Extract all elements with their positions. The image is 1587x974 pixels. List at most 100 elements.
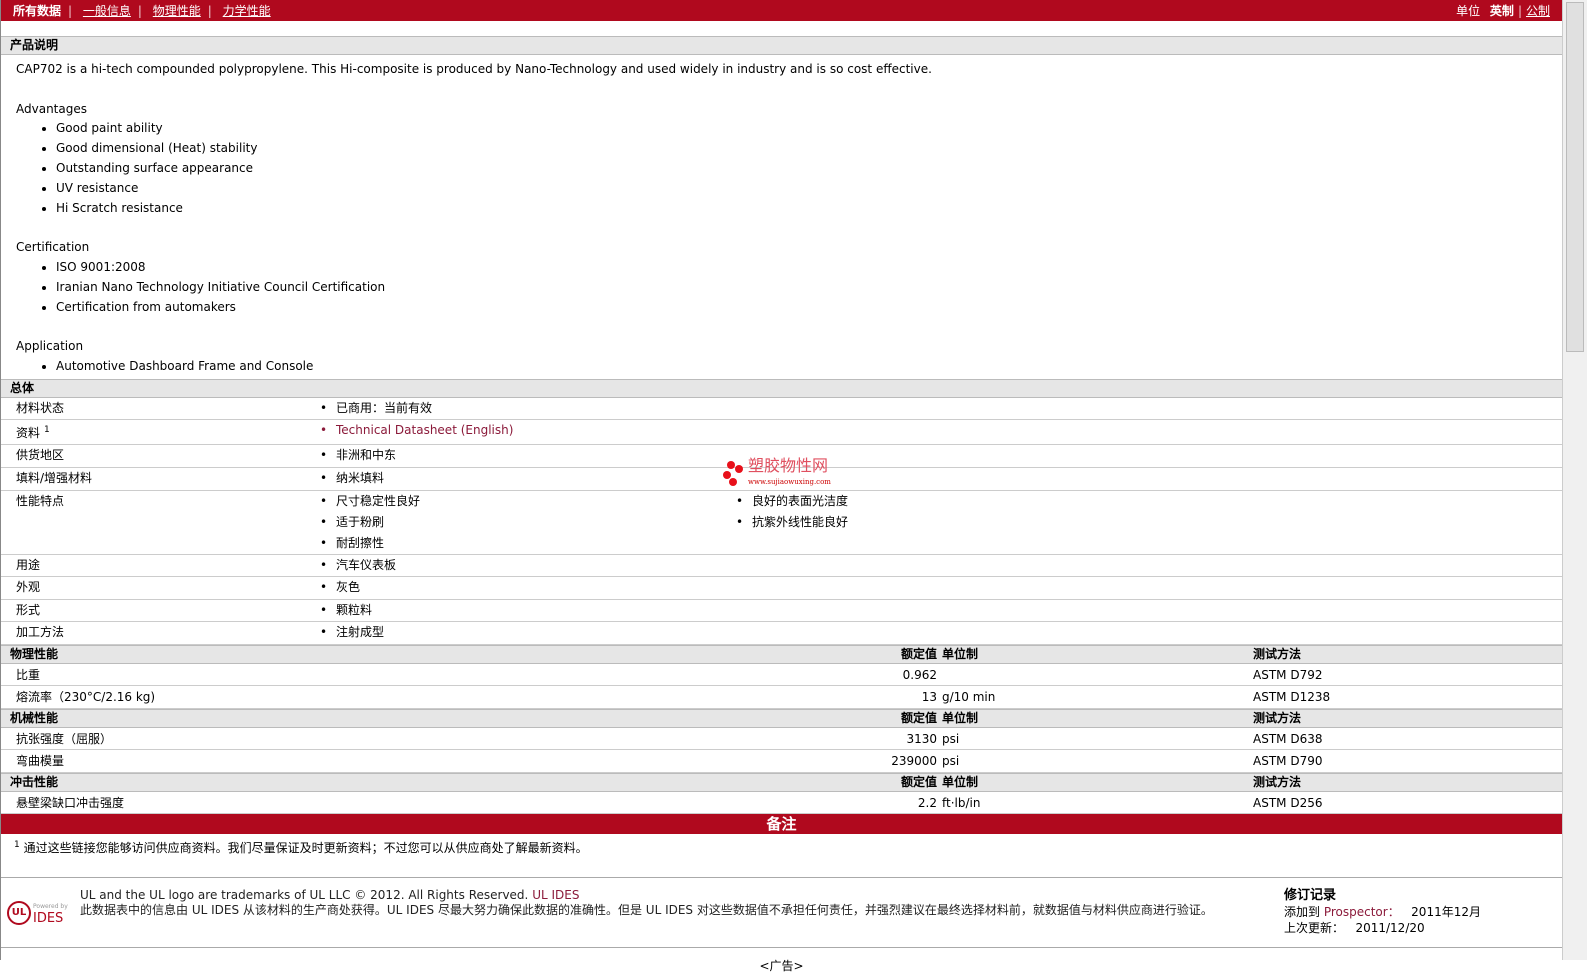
col-header-method: 测试方法 (1253, 710, 1302, 725)
group-heading: Advantages (16, 101, 87, 116)
general-row: 资料1Technical Datasheet (English) (1, 420, 1562, 446)
footer: UL Powered by IDES UL and the UL logo are … (1, 878, 1562, 949)
property-values: 注射成型 (319, 622, 1562, 644)
scrollbar-thumb[interactable] (1566, 2, 1584, 352)
list-item: UV resistance (56, 179, 1547, 199)
list-item: Automotive Dashboard Frame and Console (56, 357, 1547, 377)
test-method: ASTM D256 (1253, 795, 1323, 810)
col-header-unit: 单位制 (942, 646, 979, 661)
property-values: 尺寸稳定性良好良好的表面光洁度适于粉刷抗紫外线性能良好耐刮擦性 (319, 491, 1562, 554)
footnote-number: 1 (14, 840, 20, 851)
revision-history: 修订记录 添加到 Prospector： 2011年12月 上次更新： 2011… (1284, 888, 1481, 936)
ul-ides-link[interactable]: UL IDES (532, 888, 579, 902)
added-date: 2011年12月 (1411, 905, 1481, 920)
updated-label: 上次更新： (1284, 921, 1345, 936)
ul-ides-logo: UL Powered by IDES (7, 888, 73, 937)
property-unit: psi (942, 731, 960, 746)
section-title: 物理性能 (10, 646, 59, 661)
section-description: 产品说明 (1, 36, 1562, 55)
group-heading: Certification (16, 240, 90, 255)
property-name: 材料状态 (1, 398, 319, 420)
datasheet-page: 所有数据 | 一般信息 | 物理性能 | 力学性能 单位 英制 | 公制 产品说明 CAP… (0, 0, 1562, 973)
property-label: 填料/增强材料 (16, 470, 93, 485)
property-row: 弯曲模量 239000 psi ASTM D790 (1, 750, 1562, 773)
general-row: 材料状态 已商用：当前有效 (1, 398, 1562, 421)
disclaimer-text: 此数据表中的信息由 UL IDES 从该材料的生产商处获得。UL IDES 尽最… (80, 903, 1213, 918)
property-unit: g/10 min (942, 690, 996, 705)
test-method: ASTM D790 (1253, 754, 1323, 769)
property-name: 加工方法 (1, 622, 319, 644)
footnote-ref[interactable]: 1 (44, 425, 50, 435)
col-header-unit: 单位制 (942, 710, 979, 725)
property-name: 供货地区 (1, 445, 319, 467)
test-method: ASTM D1238 (1253, 690, 1331, 705)
property-values: 灰色 (319, 577, 1562, 599)
property-name: 填料/增强材料 (1, 468, 319, 490)
property-value: 纳米填料 (319, 468, 384, 490)
footnote: 1 通过这些链接您能够访问供应商资料。我们尽量保证及时更新资料；不过您可以从供应… (1, 834, 1562, 879)
tab-mechanical[interactable]: 力学性能 (223, 4, 271, 18)
general-row: 用途 汽车仪表板 (1, 555, 1562, 578)
unit-imperial[interactable]: 英制 (1490, 4, 1514, 18)
property-row: 熔流率（230°C/2.16 kg) 13 g/10 min ASTM D1238 (1, 686, 1562, 709)
section-header: 物理性能 额定值 单位制 测试方法 (1, 644, 1562, 664)
property-value: 注射成型 (319, 622, 384, 644)
tab-all-data[interactable]: 所有数据 (13, 4, 61, 18)
property-label: 材料状态 (16, 400, 65, 415)
general-row: 外观 灰色 (1, 577, 1562, 600)
tab-physical[interactable]: 物理性能 (153, 4, 201, 18)
list-item: ISO 9001:2008 (56, 258, 1547, 278)
general-row: 加工方法 注射成型 (1, 622, 1562, 645)
property-values: 非洲和中东 (319, 445, 1562, 467)
tab-general-info[interactable]: 一般信息 (83, 4, 131, 18)
property-value: 3130 (906, 731, 937, 746)
col-header-unit: 单位制 (942, 774, 979, 789)
property-unit: ft·lb/in (942, 795, 981, 810)
property-label: 加工方法 (16, 625, 65, 640)
ides-logo-text: Powered by IDES (33, 902, 68, 926)
list-item: Certification from automakers (56, 298, 1547, 318)
property-value: 灰色 (319, 577, 360, 599)
description-body: CAP702 is a hi-tech compounded polypropy… (1, 55, 1562, 379)
list-item: Iranian Nano Technology Initiative Counc… (56, 278, 1547, 298)
prospector-link[interactable]: Prospector： (1324, 905, 1400, 919)
col-header-value: 额定值 (900, 774, 937, 789)
vertical-scrollbar[interactable] (1562, 0, 1587, 960)
property-values: 纳米填料 (319, 468, 1562, 490)
property-value: 13 (921, 690, 937, 705)
general-row: 形式 颗粒料 (1, 600, 1562, 623)
section-header: 机械性能 额定值 单位制 测试方法 (1, 708, 1562, 728)
property-label: 资料 (16, 426, 41, 441)
datasheet-link[interactable]: Technical Datasheet (English) (319, 420, 513, 444)
updated-date: 2011/12/20 (1355, 921, 1425, 936)
general-row: 供货地区 非洲和中东 (1, 445, 1562, 468)
top-nav-bar: 所有数据 | 一般信息 | 物理性能 | 力学性能 单位 英制 | 公制 (1, 0, 1562, 21)
property-value: 非洲和中东 (319, 445, 396, 467)
bullet-list: Good paint abilityGood dimensional (Heat… (56, 119, 1547, 218)
col-header-value: 额定值 (900, 646, 937, 661)
list-item: Good paint ability (56, 119, 1547, 139)
property-unit: psi (942, 754, 960, 769)
revision-title: 修订记录 (1284, 888, 1337, 904)
property-value: 0.962 (902, 667, 937, 682)
property-value: 汽车仪表板 (319, 555, 396, 577)
test-method: ASTM D792 (1253, 667, 1323, 682)
property-name: 用途 (1, 555, 319, 577)
property-value: 良好的表面光洁度 (735, 491, 1151, 512)
col-header-method: 测试方法 (1253, 774, 1302, 789)
list-item: Good dimensional (Heat) stability (56, 139, 1547, 159)
property-unit (937, 664, 1253, 686)
property-label: 供货地区 (16, 448, 65, 463)
section-header: 冲击性能 额定值 单位制 测试方法 (1, 772, 1562, 792)
ad-label: <广告> (759, 959, 804, 974)
property-value: 尺寸稳定性良好 (319, 491, 735, 512)
property-name: 资料 1 (1, 420, 319, 444)
property-name: 弯曲模量 (16, 754, 65, 769)
col-header-value: 额定值 (900, 710, 937, 725)
property-label: 形式 (16, 602, 41, 617)
property-values: 颗粒料 (319, 600, 1562, 622)
property-row: 悬壁梁缺口冲击强度 2.2 ft·lb/in ASTM D256 (1, 792, 1562, 815)
unit-metric[interactable]: 公制 (1526, 4, 1550, 18)
